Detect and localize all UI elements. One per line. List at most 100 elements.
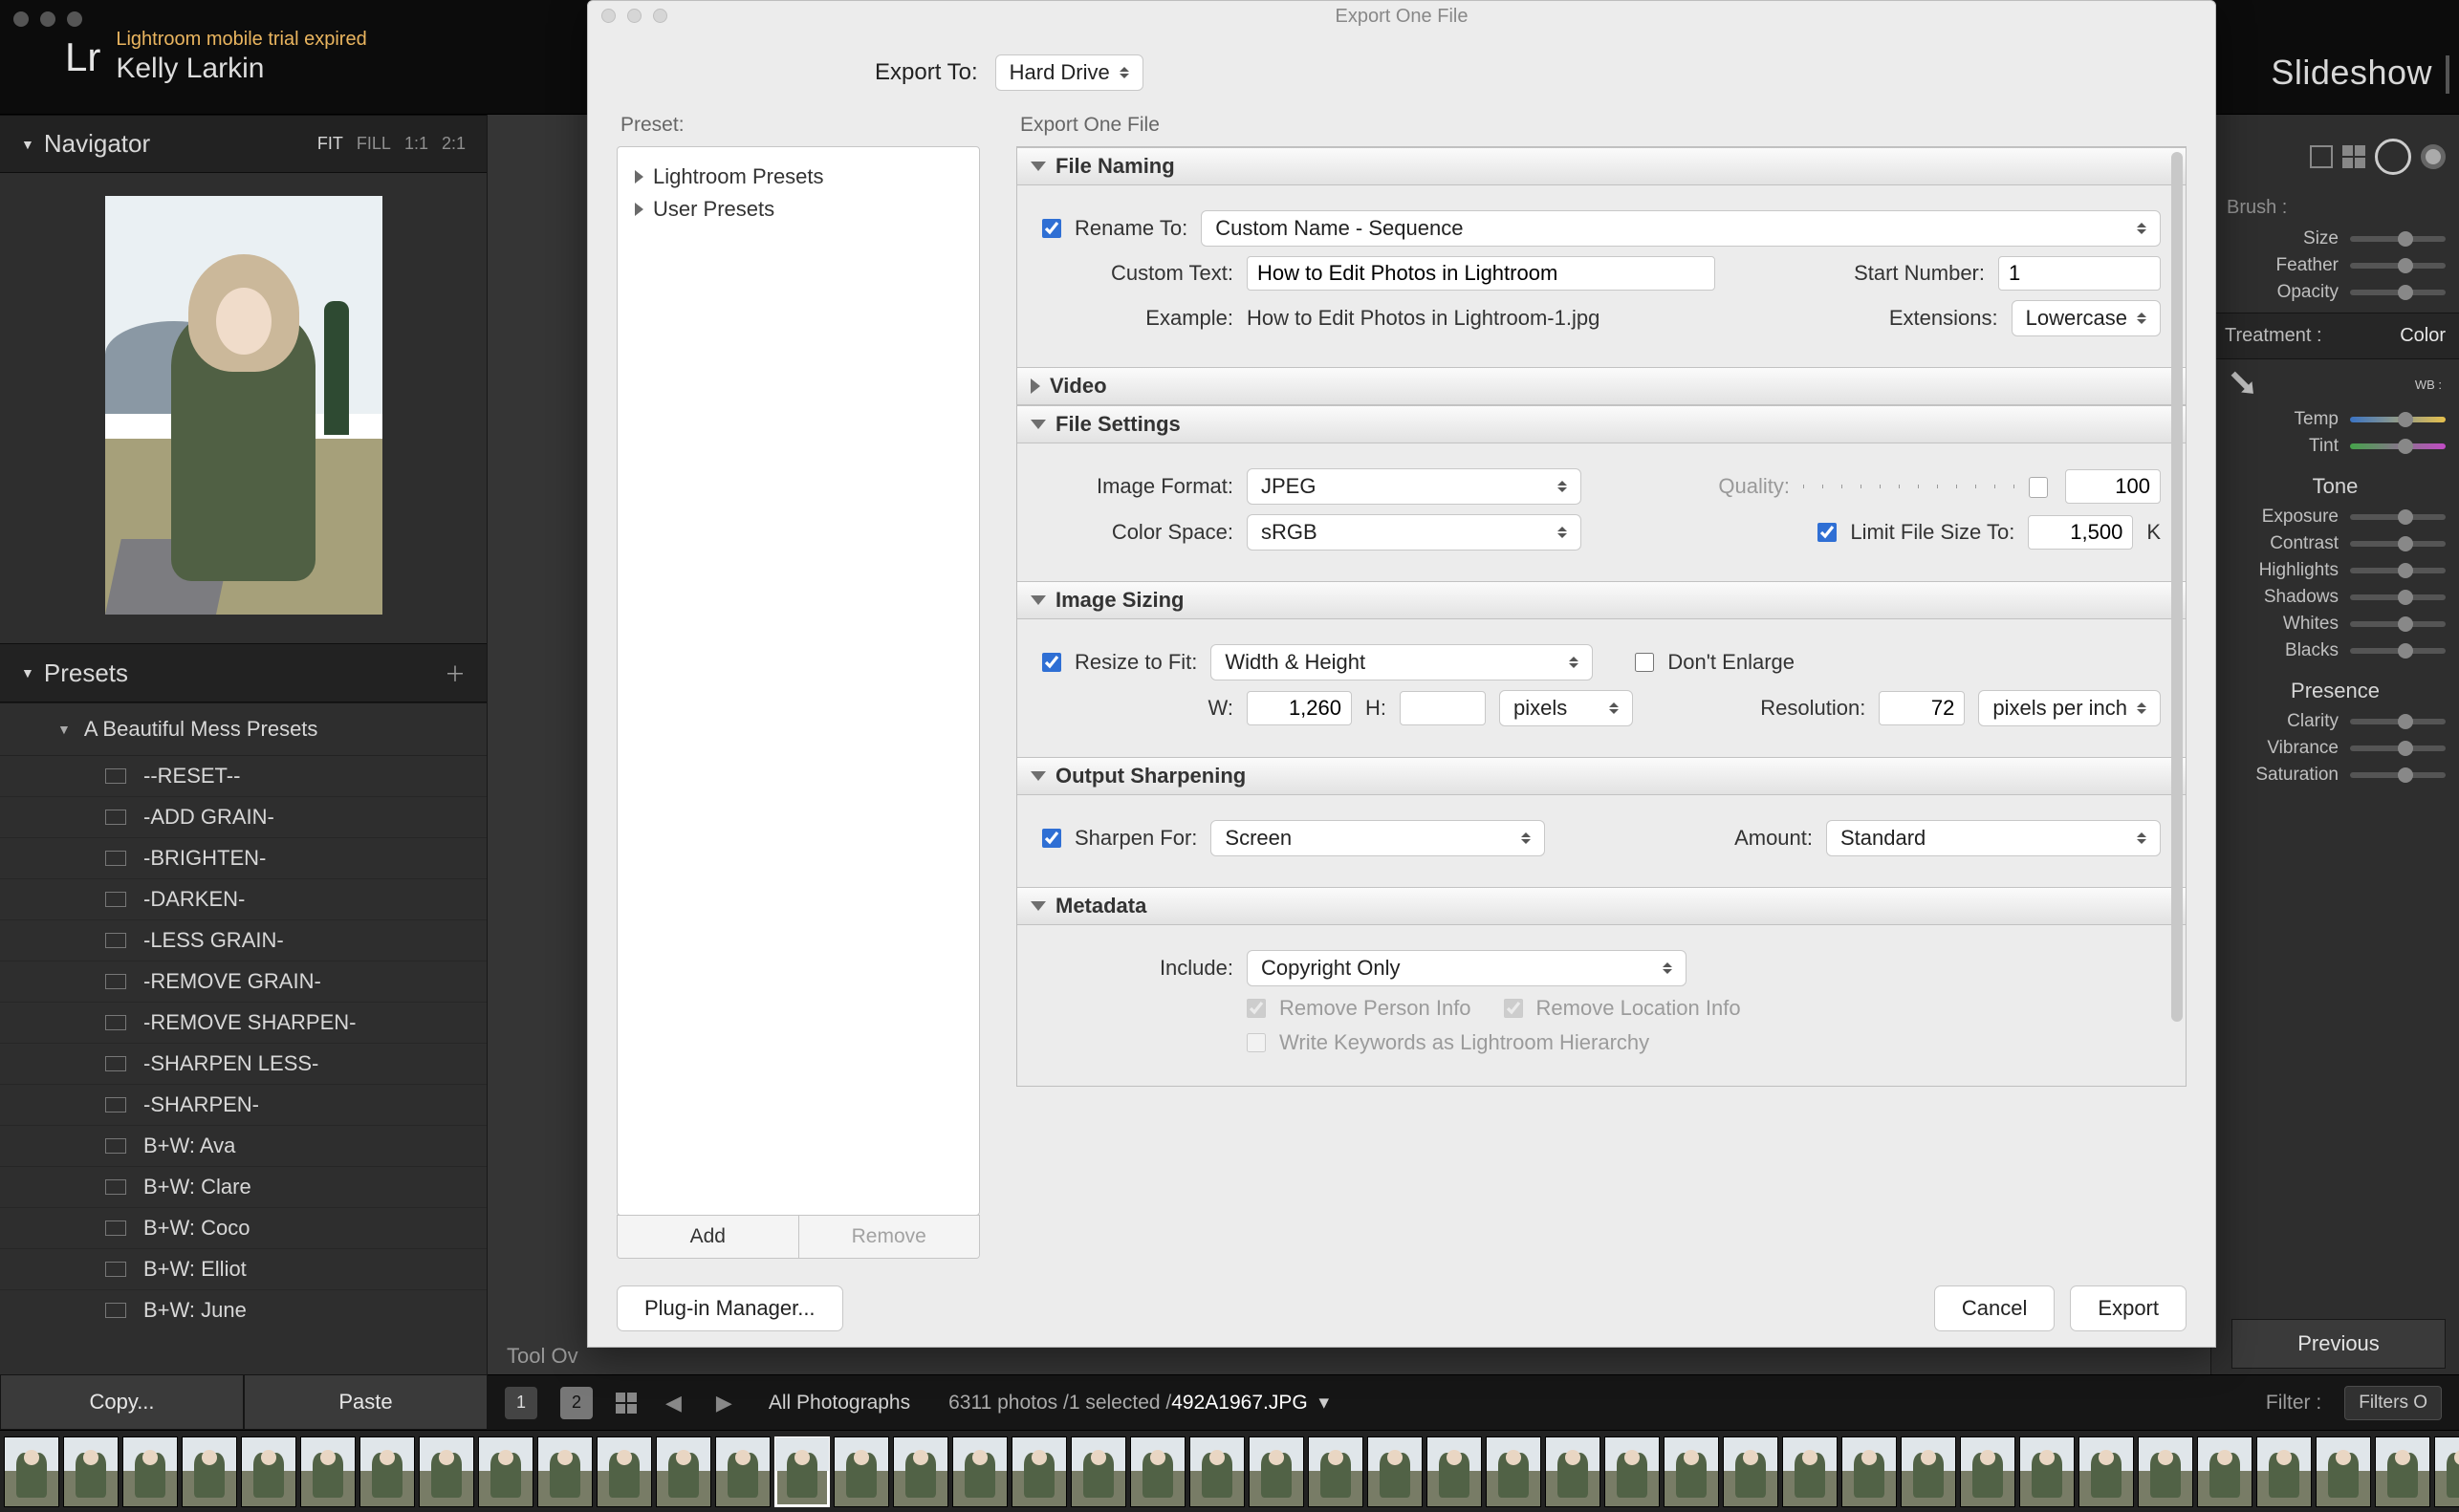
preset-item[interactable]: B+W: Clare	[0, 1167, 487, 1208]
preset-item[interactable]: -BRIGHTEN-	[0, 838, 487, 879]
copy-button[interactable]: Copy...	[0, 1374, 244, 1430]
feather-slider[interactable]: Feather	[2225, 255, 2446, 276]
filters-off-button[interactable]: Filters O	[2344, 1386, 2442, 1420]
section-file-naming[interactable]: File Naming	[1017, 147, 2186, 185]
module-tab-slideshow[interactable]: Slideshow	[2271, 53, 2449, 94]
presets-header[interactable]: ▼ Presets ＋	[0, 643, 487, 702]
zoom-2-1[interactable]: 2:1	[442, 134, 466, 154]
filmstrip-thumb[interactable]	[2197, 1436, 2252, 1507]
resolution-input[interactable]	[1879, 691, 1965, 725]
preset-item[interactable]: -ADD GRAIN-	[0, 797, 487, 838]
filmstrip-thumb[interactable]	[597, 1436, 652, 1507]
filmstrip-thumb[interactable]	[1249, 1436, 1304, 1507]
size-units-select[interactable]: pixels	[1499, 690, 1633, 726]
filmstrip-thumb[interactable]	[419, 1436, 474, 1507]
main-display-button[interactable]: 1	[505, 1387, 537, 1419]
filmstrip-thumb[interactable]	[1367, 1436, 1423, 1507]
filmstrip-thumb[interactable]	[1189, 1436, 1245, 1507]
filmstrip-thumb[interactable]	[2019, 1436, 2075, 1507]
height-input[interactable]	[1400, 691, 1486, 725]
tint-slider[interactable]: Tint	[2225, 436, 2446, 457]
limit-size-checkbox[interactable]	[1817, 523, 1837, 542]
add-preset-icon[interactable]: ＋	[445, 658, 466, 688]
filmstrip-thumb[interactable]	[122, 1436, 178, 1507]
filmstrip-thumb[interactable]	[952, 1436, 1008, 1507]
filmstrip-thumb[interactable]	[834, 1436, 889, 1507]
saturation-slider[interactable]: Saturation	[2225, 765, 2446, 786]
filmstrip-thumb[interactable]	[1664, 1436, 1719, 1507]
blacks-slider[interactable]: Blacks	[2225, 640, 2446, 661]
dialog-titlebar[interactable]: Export One File	[588, 1, 2215, 32]
temp-slider[interactable]: Temp	[2225, 409, 2446, 430]
filmstrip-thumb[interactable]	[241, 1436, 296, 1507]
filmstrip-thumb[interactable]	[63, 1436, 119, 1507]
export-button[interactable]: Export	[2070, 1285, 2187, 1331]
filmstrip-thumb[interactable]	[2138, 1436, 2193, 1507]
previous-button[interactable]: Previous	[2231, 1319, 2446, 1369]
filmstrip-thumb[interactable]	[1071, 1436, 1126, 1507]
filmstrip-thumb[interactable]	[656, 1436, 711, 1507]
sharpen-for-select[interactable]: Screen	[1210, 820, 1545, 856]
filmstrip-thumb[interactable]	[478, 1436, 533, 1507]
size-slider[interactable]: Size	[2225, 228, 2446, 249]
color-space-select[interactable]: sRGB	[1247, 514, 1581, 551]
grid-view-icon[interactable]	[616, 1393, 637, 1414]
preset-item[interactable]: -SHARPEN-	[0, 1085, 487, 1126]
filmstrip-thumb[interactable]	[537, 1436, 593, 1507]
preset-group-user[interactable]: User Presets	[635, 193, 962, 226]
section-output-sharpening[interactable]: Output Sharpening	[1017, 757, 2186, 795]
include-select[interactable]: Copyright Only	[1247, 950, 1686, 986]
shadows-slider[interactable]: Shadows	[2225, 587, 2446, 608]
filmstrip-thumb[interactable]	[2256, 1436, 2312, 1507]
section-video[interactable]: Video	[1017, 367, 2186, 405]
filmstrip-thumb[interactable]	[300, 1436, 356, 1507]
resize-mode-select[interactable]: Width & Height	[1210, 644, 1593, 680]
paste-button[interactable]: Paste	[244, 1374, 488, 1430]
nav-forward-icon[interactable]: ▶	[710, 1391, 738, 1415]
window-traffic-lights[interactable]	[13, 11, 82, 27]
filmstrip-thumb[interactable]	[1723, 1436, 1778, 1507]
filmstrip-thumb[interactable]	[1308, 1436, 1363, 1507]
quality-slider[interactable]	[1803, 485, 2042, 488]
preset-item[interactable]: --RESET--	[0, 756, 487, 797]
vibrance-slider[interactable]: Vibrance	[2225, 738, 2446, 759]
width-input[interactable]	[1247, 691, 1352, 725]
filmstrip[interactable]	[0, 1430, 2459, 1512]
sharpen-checkbox[interactable]	[1042, 829, 1061, 848]
preset-listbox[interactable]: Lightroom Presets User Presets	[617, 146, 980, 1216]
filmstrip-thumb[interactable]	[1782, 1436, 1838, 1507]
rename-to-checkbox[interactable]	[1042, 219, 1061, 238]
preset-group-lightroom[interactable]: Lightroom Presets	[635, 161, 962, 193]
filmstrip-thumb[interactable]	[4, 1436, 59, 1507]
preset-item[interactable]: -SHARPEN LESS-	[0, 1044, 487, 1085]
preset-item[interactable]: -REMOVE GRAIN-	[0, 961, 487, 1003]
collection-name[interactable]: All Photographs	[761, 1388, 918, 1418]
dropdown-icon[interactable]: ▾	[1319, 1392, 1330, 1414]
sharpen-amount-select[interactable]: Standard	[1826, 820, 2161, 856]
secondary-display-button[interactable]: 2	[560, 1387, 593, 1419]
radial-tool-icon[interactable]	[2375, 139, 2411, 175]
resolution-units-select[interactable]: pixels per inch	[1978, 690, 2161, 726]
resize-checkbox[interactable]	[1042, 653, 1061, 672]
cancel-button[interactable]: Cancel	[1934, 1285, 2055, 1331]
filmstrip-thumb[interactable]	[1486, 1436, 1541, 1507]
eyedropper-icon[interactable]	[2222, 362, 2265, 405]
nav-back-icon[interactable]: ◀	[660, 1391, 687, 1415]
close-icon[interactable]	[13, 11, 29, 27]
exposure-slider[interactable]: Exposure	[2225, 507, 2446, 528]
highlights-slider[interactable]: Highlights	[2225, 560, 2446, 581]
filmstrip-thumb[interactable]	[2375, 1436, 2430, 1507]
section-image-sizing[interactable]: Image Sizing	[1017, 581, 2186, 619]
preset-item[interactable]: -DARKEN-	[0, 879, 487, 920]
image-format-select[interactable]: JPEG	[1247, 468, 1581, 505]
filmstrip-thumb[interactable]	[1012, 1436, 1067, 1507]
filmstrip-thumb[interactable]	[1426, 1436, 1482, 1507]
dialog-traffic-lights[interactable]	[601, 9, 667, 23]
custom-text-input[interactable]	[1247, 256, 1715, 291]
grid-tool-icon[interactable]	[2342, 145, 2365, 168]
filmstrip-thumb[interactable]	[893, 1436, 948, 1507]
treatment-row[interactable]: Treatment : Color	[2211, 313, 2459, 359]
preset-item[interactable]: B+W: Coco	[0, 1208, 487, 1249]
add-preset-button[interactable]: Add	[618, 1216, 799, 1258]
export-to-select[interactable]: Hard Drive	[995, 54, 1143, 91]
